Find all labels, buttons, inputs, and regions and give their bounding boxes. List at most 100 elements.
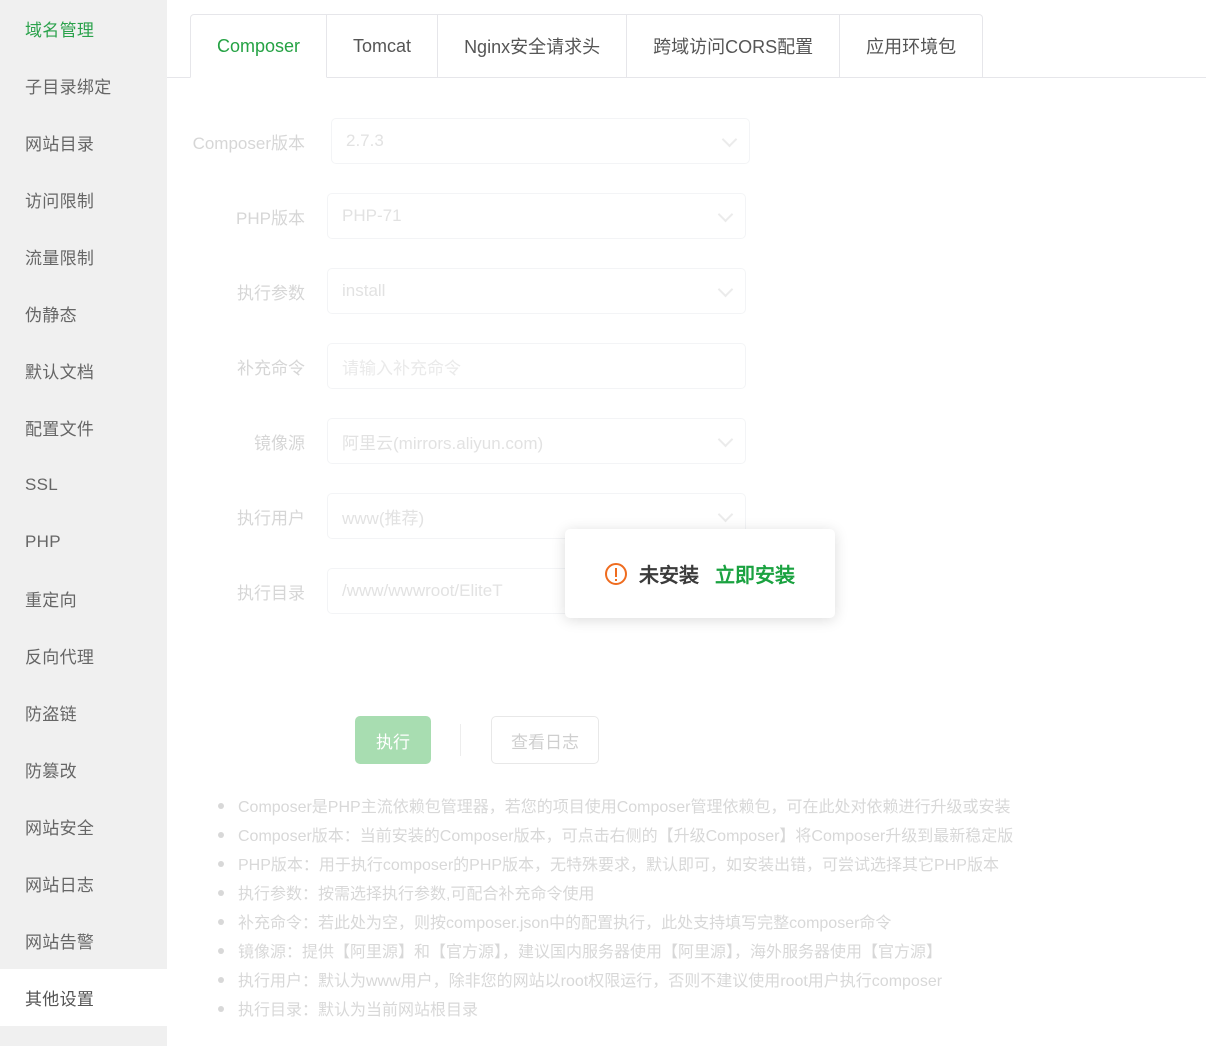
tab-2[interactable]: Nginx安全请求头 (438, 14, 628, 78)
sidebar-item-9[interactable]: PHP (0, 513, 167, 570)
sidebar-item-16[interactable]: 网站告警 (0, 912, 167, 969)
help-text: 执行目录：默认为当前网站根目录 (238, 1002, 479, 1019)
sidebar-item-5[interactable]: 伪静态 (0, 285, 167, 342)
field-control-4[interactable]: 阿里云(mirrors.aliyun.com) (327, 418, 746, 464)
help-list: Composer是PHP主流依赖包管理器，若您的项目使用Composer管理依赖… (167, 793, 1206, 1025)
field-control-3[interactable]: 请输入补充命令 (327, 343, 746, 389)
field-control-2[interactable]: install (327, 268, 746, 314)
tab-label: 应用环境包 (866, 37, 957, 57)
sidebar-item-label: 网站日志 (25, 876, 95, 895)
help-text: 补充命令：若此处为空，则按composer.json中的配置执行，此处支持填写完… (238, 915, 892, 932)
tab-label: Nginx安全请求头 (464, 37, 601, 57)
tab-label: Tomcat (353, 35, 412, 56)
sidebar-item-13[interactable]: 防篡改 (0, 741, 167, 798)
warning-circle-icon (605, 562, 627, 585)
sidebar-item-label: PHP (25, 531, 61, 551)
bullet-icon (218, 919, 224, 925)
sidebar-item-label: 域名管理 (25, 21, 95, 40)
field-value-5: www(推荐) (342, 508, 425, 528)
install-now-link[interactable]: 立即安装 (715, 559, 795, 588)
field-value-1: PHP-71 (342, 206, 402, 225)
help-text: 执行参数：按需选择执行参数,可配合补充命令使用 (238, 886, 595, 903)
field-label-3: 补充命令 (237, 358, 305, 378)
sidebar-item-0[interactable]: 域名管理 (0, 0, 167, 57)
field-control-0[interactable]: 2.7.3 (331, 118, 750, 164)
tab-0[interactable]: Composer (190, 14, 328, 78)
app-root: 域名管理子目录绑定网站目录访问限制流量限制伪静态默认文档配置文件 SSL PHP 重定… (0, 0, 1206, 1046)
help-text: Composer版本：当前安装的Composer版本，可点击右侧的【升级Comp… (238, 828, 1014, 845)
bullet-icon (218, 890, 224, 896)
sidebar-item-label: 配置文件 (25, 420, 95, 439)
install-status-text: 未安装 (639, 565, 699, 587)
not-installed-popup: 未安装 立即安装 (565, 529, 835, 618)
field-label-1: PHP版本 (236, 208, 305, 228)
sidebar-item-2[interactable]: 网站目录 (0, 114, 167, 171)
field-control-1[interactable]: PHP-71 (327, 193, 746, 239)
form-row-2: 执行参数 install (167, 268, 746, 314)
field-label-6: 执行目录 (237, 583, 305, 603)
form-row-1: PHP版本 PHP-71 (167, 193, 746, 239)
view-log-button[interactable]: 查看日志 (491, 716, 599, 764)
sidebar-item-7[interactable]: 配置文件 (0, 399, 167, 456)
sidebar-item-label: 伪静态 (25, 306, 77, 325)
tab-label: Composer (217, 35, 301, 56)
sidebar-item-label: 网站安全 (25, 819, 95, 838)
chevron-down-icon (717, 206, 734, 223)
chevron-down-icon (721, 131, 738, 148)
help-item-5: 镜像源：提供【阿里源】和【官方源】，建议国内服务器使用【阿里源】，海外服务器使用… (167, 938, 1206, 967)
field-label-2: 执行参数 (237, 283, 305, 303)
sidebar-item-11[interactable]: 反向代理 (0, 627, 167, 684)
execute-button[interactable]: 执行 (355, 716, 431, 764)
chevron-down-icon (717, 431, 734, 448)
help-item-1: Composer版本：当前安装的Composer版本，可点击右侧的【升级Comp… (167, 822, 1206, 851)
tab-4[interactable]: 应用环境包 (840, 14, 984, 78)
sidebar-item-label: 访问限制 (25, 192, 95, 211)
field-value-3: 请输入补充命令 (342, 358, 461, 378)
sidebar-item-4[interactable]: 流量限制 (0, 228, 167, 285)
help-item-4: 补充命令：若此处为空，则按composer.json中的配置执行，此处支持填写完… (167, 909, 1206, 938)
field-value-2: install (342, 281, 386, 300)
chevron-down-icon (717, 506, 734, 523)
sidebar-item-label: 网站告警 (25, 933, 95, 952)
tab-1[interactable]: Tomcat (327, 14, 439, 78)
sidebar-item-label: 重定向 (25, 591, 77, 610)
help-text: Composer是PHP主流依赖包管理器，若您的项目使用Composer管理依赖… (238, 799, 1011, 816)
sidebar-item-14[interactable]: 网站安全 (0, 798, 167, 855)
composer-form: Composer版本 2.7.3 PHP版本 PHP-71 执行参数 install 补充命… (167, 100, 1206, 800)
help-item-0: Composer是PHP主流依赖包管理器，若您的项目使用Composer管理依赖… (167, 793, 1206, 822)
help-item-3: 执行参数：按需选择执行参数,可配合补充命令使用 (167, 880, 1206, 909)
sidebar-item-label: 反向代理 (25, 648, 95, 667)
bullet-icon (218, 861, 224, 867)
help-text: PHP版本：用于执行composer的PHP版本，无特殊要求，默认即可，如安装出… (238, 857, 999, 874)
sidebar-item-17[interactable]: 其他设置 (0, 969, 167, 1026)
sidebar-item-label: 网站目录 (25, 135, 95, 154)
sidebar-item-label: 防盗链 (25, 705, 77, 724)
field-label-5: 执行用户 (237, 508, 305, 528)
form-row-0: Composer版本 2.7.3 (167, 118, 750, 164)
form-row-4: 镜像源 阿里云(mirrors.aliyun.com) (167, 418, 746, 464)
sidebar-item-3[interactable]: 访问限制 (0, 171, 167, 228)
sidebar-item-label: 子目录绑定 (25, 78, 112, 97)
field-label-0: Composer版本 (192, 133, 305, 153)
sidebar-item-label: SSL (25, 474, 59, 494)
bullet-icon (218, 1006, 224, 1012)
sidebar: 域名管理子目录绑定网站目录访问限制流量限制伪静态默认文档配置文件 SSL PHP 重定… (0, 0, 167, 1046)
help-text: 执行用户：默认为www用户，除非您的网站以root权限运行，否则不建议使用roo… (238, 973, 943, 990)
sidebar-item-6[interactable]: 默认文档 (0, 342, 167, 399)
field-label-4: 镜像源 (254, 433, 305, 453)
bullet-icon (218, 832, 224, 838)
help-text: 镜像源：提供【阿里源】和【官方源】，建议国内服务器使用【阿里源】，海外服务器使用… (238, 944, 943, 961)
tab-3[interactable]: 跨域访问CORS配置 (627, 14, 841, 78)
sidebar-item-10[interactable]: 重定向 (0, 570, 167, 627)
sidebar-item-label: 防篡改 (25, 762, 77, 781)
sidebar-item-1[interactable]: 子目录绑定 (0, 57, 167, 114)
sidebar-item-8[interactable]: SSL (0, 456, 167, 513)
help-item-6: 执行用户：默认为www用户，除非您的网站以root权限运行，否则不建议使用roo… (167, 967, 1206, 996)
tab-label: 跨域访问CORS配置 (653, 37, 814, 57)
field-value-6: /www/wwwroot/EliteT (342, 581, 503, 600)
bullet-icon (218, 977, 224, 983)
sidebar-item-15[interactable]: 网站日志 (0, 855, 167, 912)
field-value-4: 阿里云(mirrors.aliyun.com) (342, 433, 544, 453)
help-item-2: PHP版本：用于执行composer的PHP版本，无特殊要求，默认即可，如安装出… (167, 851, 1206, 880)
sidebar-item-12[interactable]: 防盗链 (0, 684, 167, 741)
